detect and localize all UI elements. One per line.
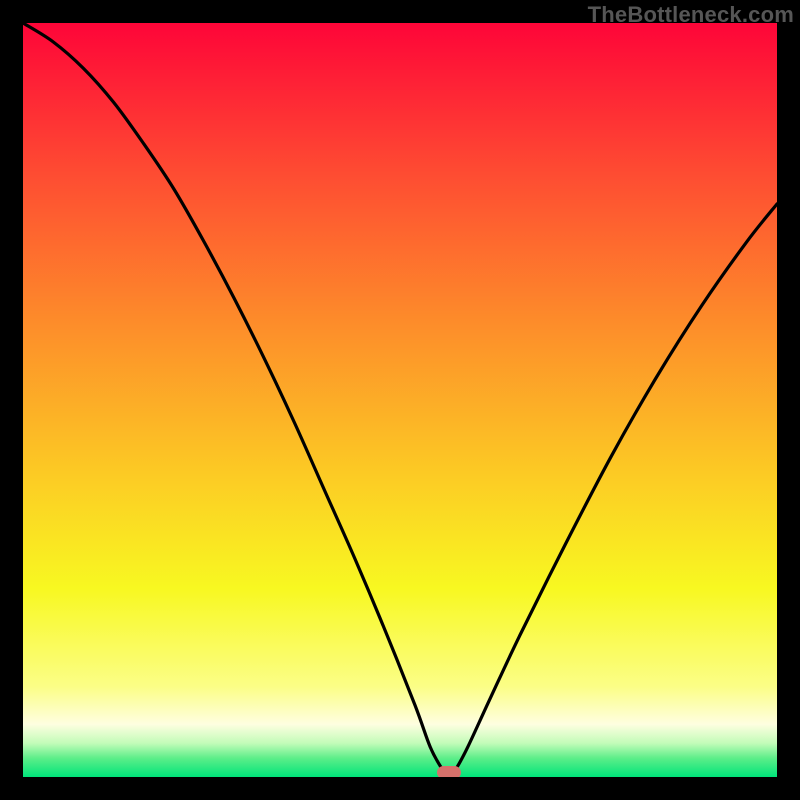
- plot-area: [23, 23, 777, 777]
- chart-frame: TheBottleneck.com: [0, 0, 800, 800]
- bottleneck-curve: [23, 23, 777, 777]
- optimal-marker: [437, 766, 461, 777]
- watermark-text: TheBottleneck.com: [588, 2, 794, 28]
